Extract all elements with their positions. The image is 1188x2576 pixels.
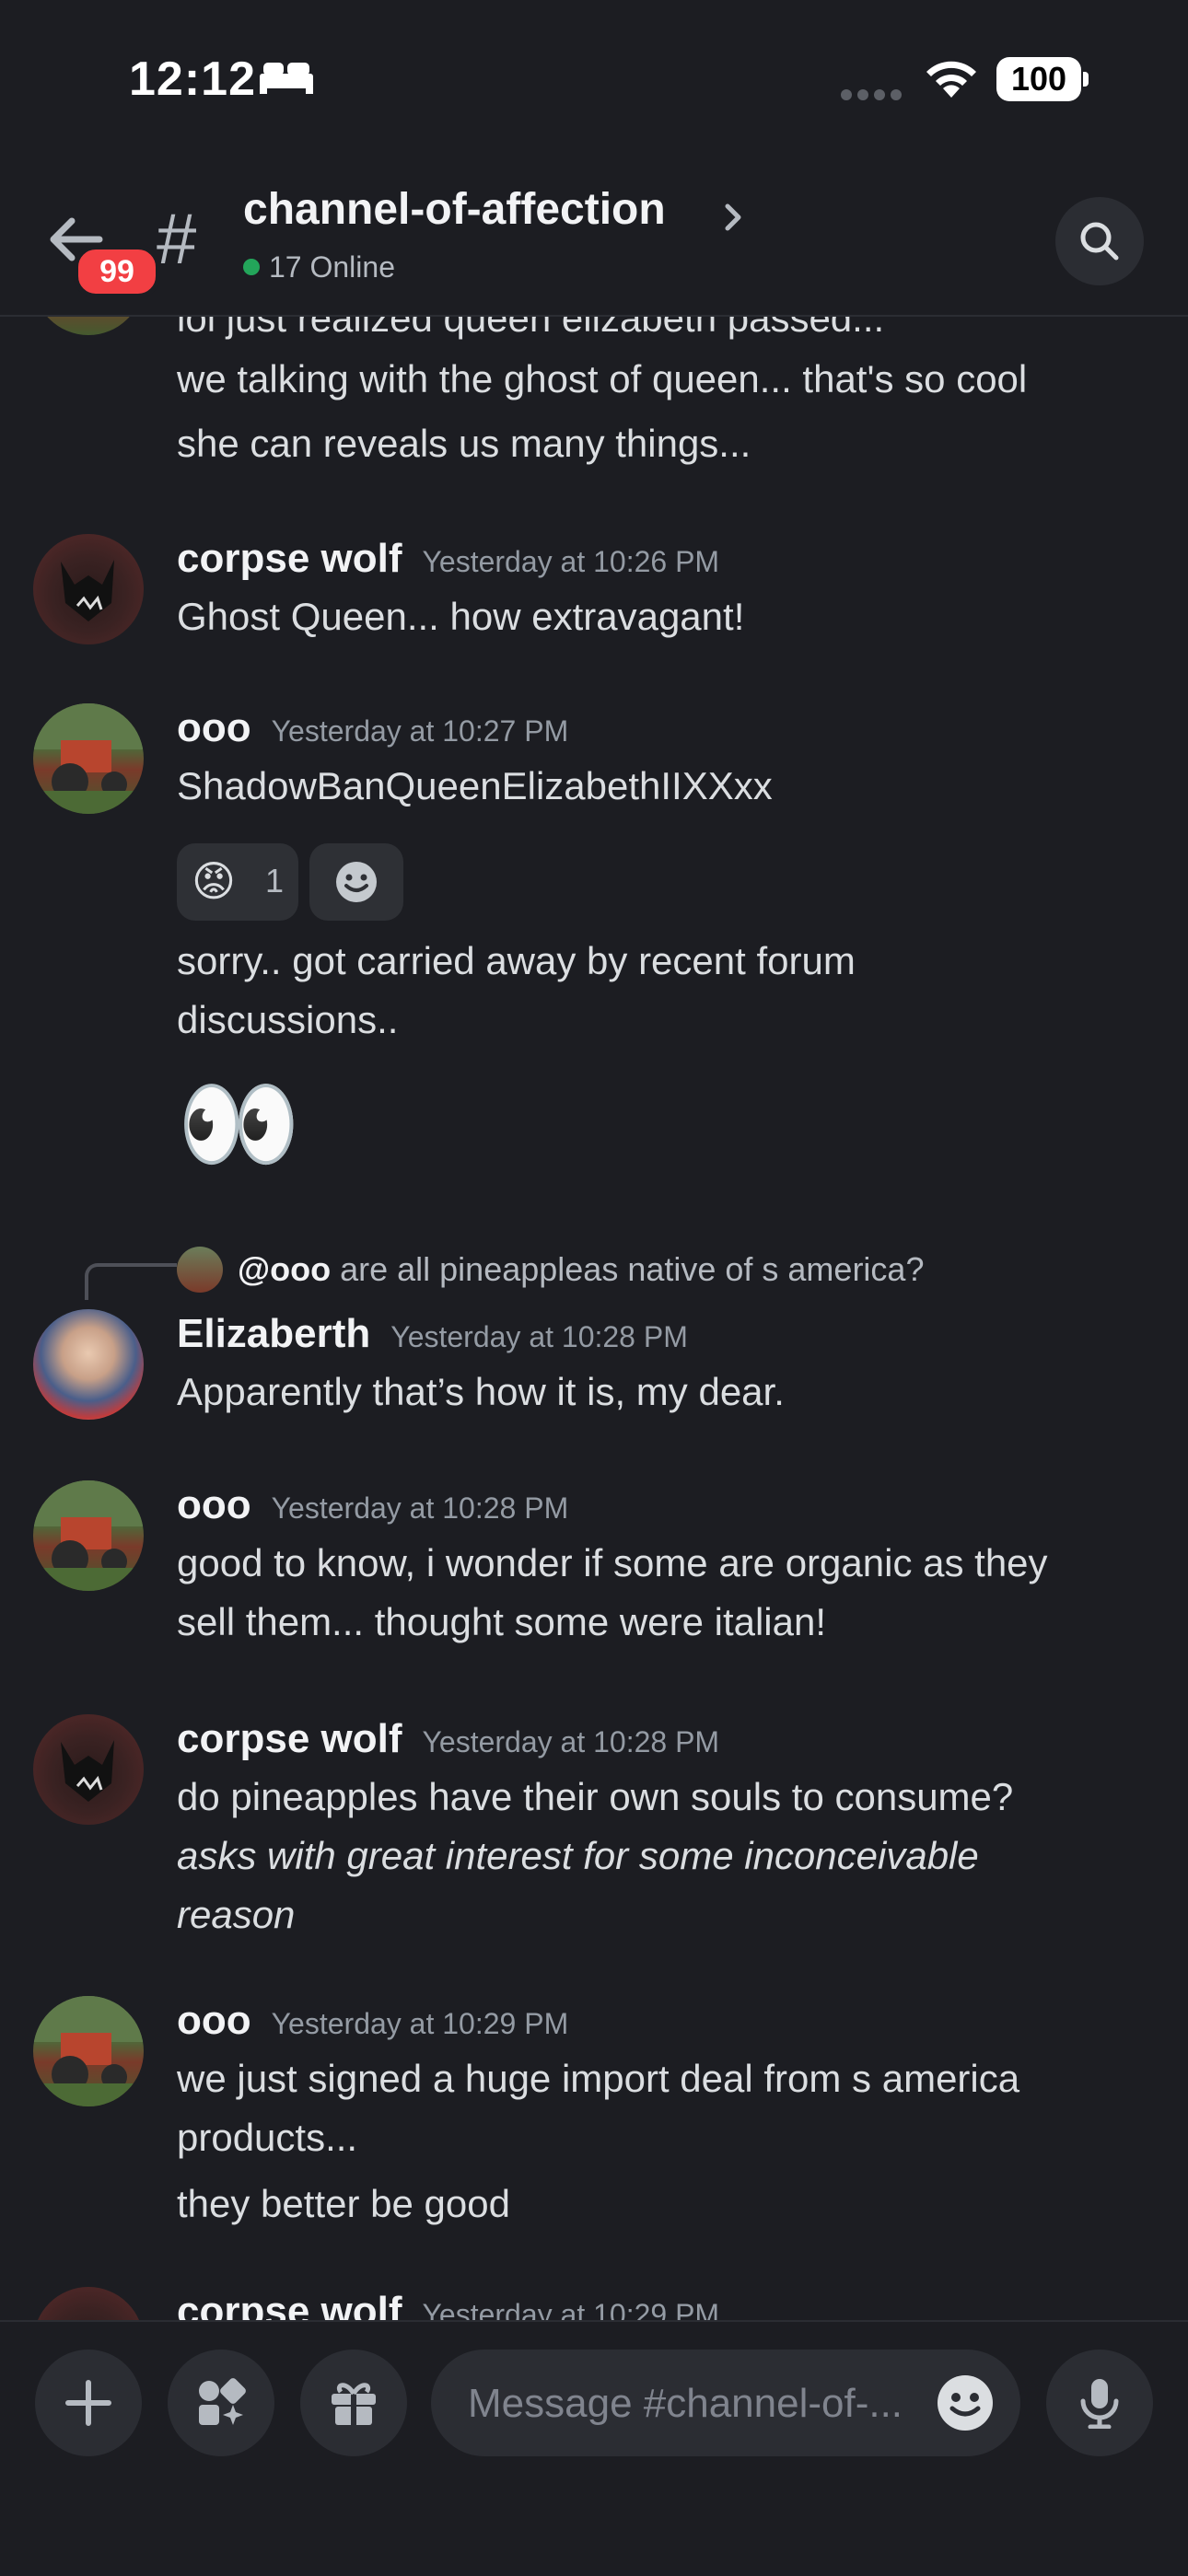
search-button[interactable] <box>1055 197 1144 285</box>
avatar[interactable] <box>33 1714 144 1825</box>
message-text: sell them... thought some were italian! <box>177 1600 827 1643</box>
composer-bar: Message #channel-of-... <box>0 2320 1188 2576</box>
gift-icon <box>332 2383 376 2425</box>
avatar[interactable] <box>33 703 144 814</box>
reply-snippet: are all pineappleas native of s america? <box>340 1250 925 1288</box>
battery-indicator: 100 <box>996 57 1081 101</box>
unread-badge: 99 <box>74 245 160 298</box>
reply-preview[interactable]: @ooo are all pineappleas native of s ame… <box>238 1250 924 1289</box>
username[interactable]: ooo <box>177 1482 251 1527</box>
apps-icon <box>199 2378 246 2425</box>
status-time: 12:12 <box>129 52 256 106</box>
username[interactable]: corpse wolf <box>177 1716 402 1761</box>
timestamp: Yesterday at 10:28 PM <box>271 1491 569 1525</box>
battery-tip <box>1083 72 1089 87</box>
message-list[interactable]: lol just realized queen elizabeth passed… <box>0 317 1188 2320</box>
reply-username: @ooo <box>238 1250 332 1288</box>
username[interactable]: ooo <box>177 1998 251 2043</box>
reply-avatar <box>177 1247 223 1293</box>
message-text: they better be good <box>177 2182 510 2225</box>
online-count: 17 Online <box>243 250 395 284</box>
message-header: corpse wolf Yesterday at 10:29 PM <box>177 2289 719 2320</box>
message-text: do pineapples have their own souls to co… <box>177 1775 1014 1818</box>
online-status-dot <box>243 259 260 275</box>
tractor-avatar-image <box>33 703 144 814</box>
add-reaction-button[interactable] <box>309 843 403 921</box>
tractor-avatar-image <box>33 1996 144 2106</box>
attach-button[interactable] <box>35 2350 142 2456</box>
wolf-avatar-image <box>61 1740 114 1802</box>
emoji-picker-icon[interactable] <box>936 2373 995 2432</box>
wifi-icon <box>926 61 976 98</box>
username[interactable]: ooo <box>177 705 251 750</box>
microphone-icon <box>1080 2379 1119 2429</box>
reaction-chip[interactable]: 😡 1 <box>177 843 298 921</box>
chevron-right-icon[interactable] <box>722 201 744 234</box>
message-text: Ghost Queen... how extravagant! <box>177 595 745 638</box>
avatar[interactable] <box>33 1480 144 1591</box>
angry-face-emoji: 😡 <box>192 857 236 905</box>
channel-hash-icon: # <box>157 198 197 279</box>
avatar[interactable] <box>33 534 144 644</box>
timestamp: Yesterday at 10:29 PM <box>422 2298 720 2320</box>
timestamp: Yesterday at 10:28 PM <box>390 1320 688 1353</box>
message-text: products... <box>177 2116 358 2159</box>
message-header: Elizaberth Yesterday at 10:28 PM <box>177 1311 688 1357</box>
cellular-signal-icon <box>841 89 902 100</box>
message-header: ooo Yesterday at 10:27 PM <box>177 705 568 751</box>
timestamp: Yesterday at 10:29 PM <box>271 2007 569 2040</box>
timestamp: Yesterday at 10:27 PM <box>271 714 569 748</box>
channel-header: 99 # channel-of-affection 17 Online <box>0 175 1188 317</box>
message-text: we talking with the ghost of queen... th… <box>177 357 1028 400</box>
message-text: good to know, i wonder if some are organ… <box>177 1541 1048 1584</box>
message-text: discussions.. <box>177 998 399 1041</box>
message-text: asks with great interest for some inconc… <box>177 1834 979 1877</box>
online-count-text: 17 Online <box>269 250 395 284</box>
reply-connector <box>85 1263 177 1300</box>
search-icon <box>1080 222 1119 261</box>
username[interactable]: corpse wolf <box>177 2289 402 2320</box>
message-text: reason <box>177 1893 296 1936</box>
avatar[interactable] <box>33 317 144 335</box>
tractor-avatar-image <box>33 1480 144 1591</box>
message-text: we just signed a huge import deal from s… <box>177 2057 1020 2100</box>
plus-icon <box>65 2380 111 2426</box>
timestamp: Yesterday at 10:28 PM <box>422 1725 720 1758</box>
message-text: Apparently that’s how it is, my dear. <box>177 1370 785 1413</box>
status-bar: 12:12 100 <box>0 0 1188 157</box>
message-input[interactable]: Message #channel-of-... <box>431 2350 1020 2456</box>
message-header: ooo Yesterday at 10:28 PM <box>177 1482 568 1528</box>
voice-message-button[interactable] <box>1046 2350 1153 2456</box>
message-text: she can reveals us many things... <box>177 422 751 465</box>
wolf-avatar-image <box>61 560 114 621</box>
message-text: lol just realized queen elizabeth passed… <box>177 317 885 340</box>
message-text: sorry.. got carried away by recent forum <box>177 939 856 982</box>
avatar[interactable] <box>33 1309 144 1420</box>
message-input-placeholder: Message #channel-of-... <box>468 2381 903 2426</box>
message-header: corpse wolf Yesterday at 10:26 PM <box>177 536 719 582</box>
add-reaction-smile-icon <box>336 862 377 902</box>
message-text: ShadowBanQueenElizabethIIXXxx <box>177 764 773 807</box>
username[interactable]: corpse wolf <box>177 536 402 581</box>
avatar[interactable] <box>33 1996 144 2106</box>
sleep-focus-icon <box>260 63 313 94</box>
message-header: corpse wolf Yesterday at 10:28 PM <box>177 1716 719 1762</box>
message-header: ooo Yesterday at 10:29 PM <box>177 1998 568 2044</box>
username[interactable]: Elizaberth <box>177 1311 370 1356</box>
eyes-emoji: 👀 <box>177 1068 301 1179</box>
reaction-count: 1 <box>265 862 285 899</box>
gift-button[interactable] <box>300 2350 407 2456</box>
channel-name[interactable]: channel-of-affection <box>243 184 666 235</box>
apps-button[interactable] <box>168 2350 274 2456</box>
avatar[interactable] <box>33 2287 144 2320</box>
timestamp: Yesterday at 10:26 PM <box>422 545 720 578</box>
